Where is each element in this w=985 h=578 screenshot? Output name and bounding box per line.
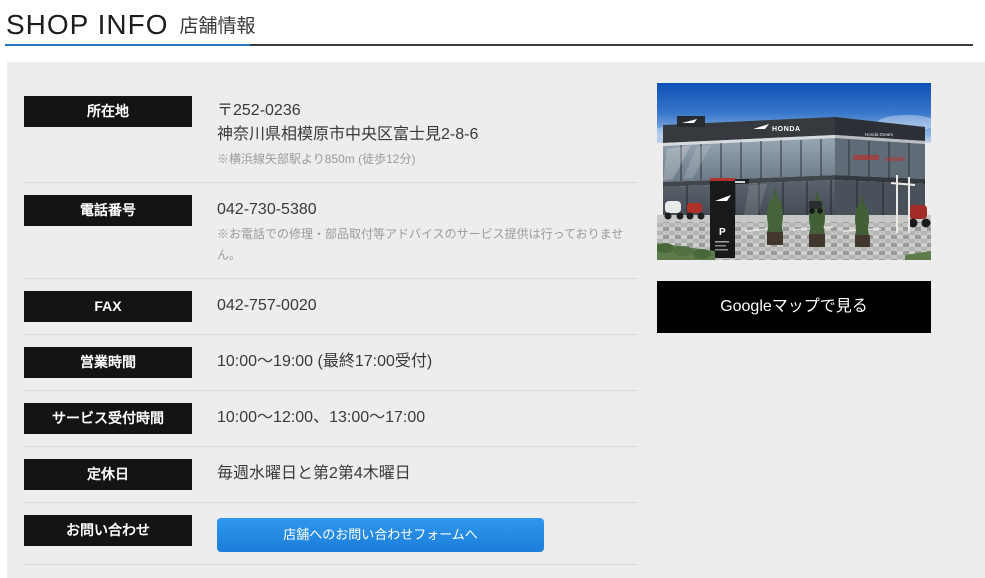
info-row-fax: FAX 042-757-0020 [24, 279, 637, 335]
info-row-address: 所在地 〒252-0236 神奈川県相模原市中央区富士見2-8-6 ※横浜線矢部… [24, 96, 637, 183]
phone-label: 電話番号 [24, 195, 192, 226]
phone-number: 042-730-5380 [217, 198, 630, 222]
google-maps-button[interactable]: Googleマップで見る [657, 281, 931, 333]
closed-days-value: 毎週水曜日と第2第4木曜日 [217, 459, 630, 486]
info-row-service-hours: サービス受付時間 10:00〜12:00、13:00〜17:00 [24, 391, 637, 447]
closed-days-label: 定休日 [24, 459, 192, 490]
service-hours: 10:00〜12:00、13:00〜17:00 [217, 406, 630, 430]
shop-sidebar: HONDA Honda Dream [657, 83, 931, 333]
parking-sign: P [710, 178, 735, 258]
phone-service-note: ※お電話での修理・部品取付等アドバイスのサービス提供は行っておりません。 [217, 224, 630, 266]
contact-form-button[interactable]: 店舗へのお問い合わせフォームへ [217, 518, 544, 552]
page-header: SHOP INFO 店舗情報 [6, 2, 256, 44]
header-divider-accent [5, 44, 250, 46]
fax-value: 042-757-0020 [217, 291, 630, 318]
info-row-business-hours: 営業時間 10:00〜19:00 (最終17:00受付) [24, 335, 637, 391]
header-divider [5, 44, 973, 46]
parking-sign-text: P [719, 227, 726, 238]
contact-value: 店舗へのお問い合わせフォームへ [217, 515, 630, 552]
postal-code: 〒252-0236 [217, 99, 630, 123]
service-hours-value: 10:00〜12:00、13:00〜17:00 [217, 403, 630, 430]
address-label: 所在地 [24, 96, 192, 127]
page-title-ja: 店舗情報 [180, 10, 256, 44]
business-hours: 10:00〜19:00 (最終17:00受付) [217, 350, 630, 374]
info-row-contact: お問い合わせ 店舗へのお問い合わせフォームへ [24, 503, 637, 565]
phone-value: 042-730-5380 ※お電話での修理・部品取付等アドバイスのサービス提供は… [217, 195, 630, 266]
shop-info-page: SHOP INFO 店舗情報 所在地 〒252-0236 神奈川県相模原市中央区… [0, 0, 985, 578]
honda-signage-text: HONDA [772, 126, 801, 133]
station-access-note: ※横浜線矢部駅より850m (徒歩12分) [217, 149, 630, 170]
fax-label: FAX [24, 291, 192, 322]
address-value: 〒252-0236 神奈川県相模原市中央区富士見2-8-6 ※横浜線矢部駅より8… [217, 96, 630, 170]
business-hours-label: 営業時間 [24, 347, 192, 378]
honda-dream-signage-text: Honda Dream [865, 132, 893, 137]
info-row-phone: 電話番号 042-730-5380 ※お電話での修理・部品取付等アドバイスのサー… [24, 183, 637, 279]
street-address: 神奈川県相模原市中央区富士見2-8-6 [217, 123, 630, 147]
fax-number: 042-757-0020 [217, 294, 630, 318]
shop-info-panel: 所在地 〒252-0236 神奈川県相模原市中央区富士見2-8-6 ※横浜線矢部… [7, 62, 985, 578]
page-title-en: SHOP INFO [6, 6, 169, 44]
info-row-closed-days: 定休日 毎週水曜日と第2第4木曜日 [24, 447, 637, 503]
shop-info-table: 所在地 〒252-0236 神奈川県相模原市中央区富士見2-8-6 ※横浜線矢部… [24, 96, 637, 565]
business-hours-value: 10:00〜19:00 (最終17:00受付) [217, 347, 630, 374]
service-hours-label: サービス受付時間 [24, 403, 192, 434]
shop-exterior-photo: HONDA Honda Dream [657, 83, 931, 260]
closed-days: 毎週水曜日と第2第4木曜日 [217, 462, 630, 486]
contact-label: お問い合わせ [24, 515, 192, 546]
